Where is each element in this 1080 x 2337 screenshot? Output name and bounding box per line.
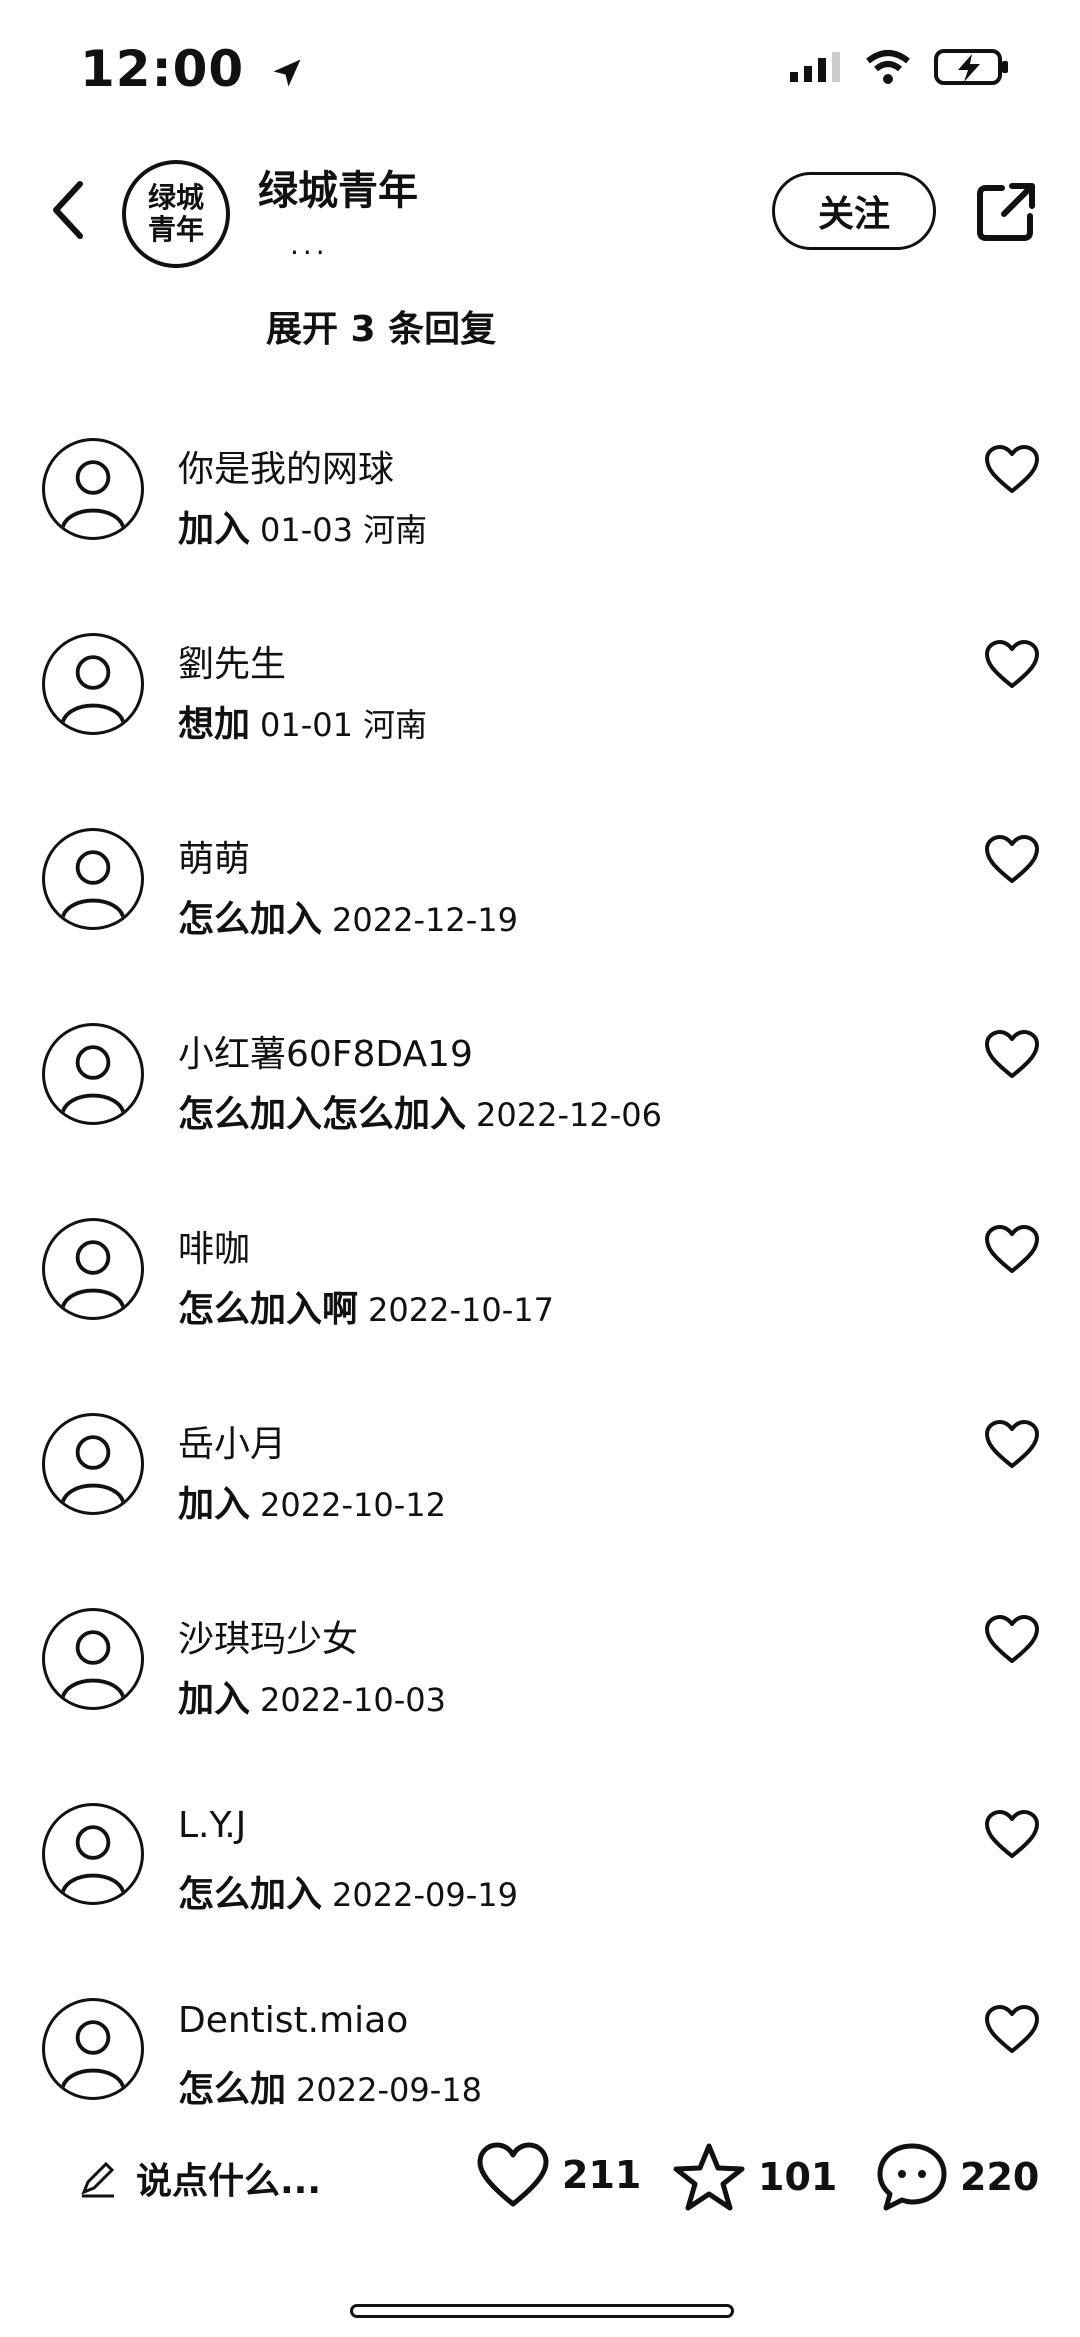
collect-stat[interactable]: 101 (672, 2142, 837, 2212)
commenter-name[interactable]: 你是我的网球 (178, 440, 394, 492)
author-subtitle: ... (290, 228, 329, 261)
comment-like-icon[interactable] (984, 1224, 1040, 1274)
comment-like-icon[interactable] (984, 2004, 1040, 2054)
comment-text: 加入 (178, 1679, 251, 1720)
commenter-name[interactable]: 劉先生 (178, 635, 286, 687)
commenter-avatar[interactable] (42, 1608, 144, 1710)
comment-text: 怎么加 (178, 2069, 287, 2110)
follow-button[interactable]: 关注 (772, 172, 936, 250)
comment-meta: 2022-12-19 (332, 901, 518, 939)
status-icons (788, 48, 1010, 86)
like-stat[interactable]: 211 (476, 2142, 641, 2208)
signal-icon (790, 52, 840, 82)
comment-like-icon[interactable] (984, 1029, 1040, 1079)
commenter-name[interactable]: 萌萌 (178, 830, 250, 882)
expand-replies[interactable]: 展开 3 条回复 (266, 300, 496, 352)
comment-body: 怎么加 2022-09-18 (178, 2060, 482, 2112)
commenter-name[interactable]: 岳小月 (178, 1415, 286, 1467)
commenter-avatar[interactable] (42, 1998, 144, 2100)
heart-icon (477, 2142, 549, 2207)
comment-item[interactable]: 沙琪玛少女加入 2022-10-03 (0, 1608, 1080, 1798)
comment-body: 怎么加入怎么加入 2022-12-06 (178, 1085, 662, 1137)
author-name[interactable]: 绿城青年 (258, 158, 418, 216)
author-avatar[interactable]: 绿城 青年 (122, 160, 230, 268)
comment-body: 怎么加入 2022-12-19 (178, 890, 518, 942)
comment-like-icon[interactable] (984, 834, 1040, 884)
comment-body: 加入 2022-10-12 (178, 1475, 446, 1527)
comment-item[interactable]: 你是我的网球 加入 01-03 河南 (0, 438, 1080, 628)
comment-meta: 01-03 河南 (260, 511, 428, 549)
back-arrow-icon[interactable] (48, 180, 88, 240)
home-indicator (350, 2304, 734, 2318)
collect-count: 101 (758, 2155, 838, 2199)
comment-item[interactable]: 啡咖怎么加入啊 2022-10-17 (0, 1218, 1080, 1408)
comment-text: 怎么加入 (178, 1874, 323, 1915)
comment-text: 怎么加入啊 (178, 1289, 359, 1330)
comment-meta: 2022-09-18 (296, 2071, 482, 2109)
star-icon (673, 2143, 745, 2211)
comment-meta: 2022-10-12 (260, 1486, 446, 1524)
bottom-bar: 说点什么... 211 101 220 (0, 2130, 1080, 2240)
comment-body: 加入 01-03 河南 (178, 500, 427, 552)
comment-text: 怎么加入怎么加入 (178, 1094, 467, 1135)
comment-text: 想加 (178, 704, 251, 745)
comment-like-icon[interactable] (984, 1614, 1040, 1664)
comment-count: 220 (960, 2155, 1040, 2199)
comment-item[interactable]: 劉先生想加 01-01 河南 (0, 633, 1080, 823)
comment-item[interactable]: 小红薯60F8DA19 怎么加入怎么加入 2022-12-06 (0, 1023, 1080, 1213)
comment-meta: 2022-12-06 (476, 1096, 662, 1134)
commenter-avatar[interactable] (42, 438, 144, 540)
commenter-name[interactable]: 啡咖 (178, 1220, 250, 1272)
share-icon[interactable] (974, 180, 1038, 244)
comment-body: 加入 2022-10-03 (178, 1670, 446, 1722)
location-arrow-icon (273, 59, 301, 86)
comment-stat[interactable]: 220 (876, 2142, 1039, 2212)
comment-item[interactable]: L.Y.J 怎么加入 2022-09-19 (0, 1803, 1080, 1993)
commenter-avatar[interactable] (42, 828, 144, 930)
comment-like-icon[interactable] (984, 1419, 1040, 1469)
comment-like-icon[interactable] (984, 639, 1040, 689)
commenter-avatar[interactable] (42, 1413, 144, 1515)
comment-meta: 2022-09-19 (332, 1876, 518, 1914)
comment-like-icon[interactable] (984, 444, 1040, 494)
commenter-avatar[interactable] (42, 1023, 144, 1125)
commenter-name[interactable]: Dentist.miao (178, 2000, 408, 2041)
commenter-name[interactable]: L.Y.J (178, 1805, 246, 1846)
comment-item[interactable]: 萌萌怎么加入 2022-12-19 (0, 828, 1080, 1018)
comment-item[interactable]: 岳小月加入 2022-10-12 (0, 1413, 1080, 1603)
comment-text: 怎么加入 (178, 899, 323, 940)
comment-meta: 01-01 河南 (260, 706, 428, 744)
commenter-name[interactable]: 小红薯60F8DA19 (178, 1025, 473, 1077)
comment-input[interactable]: 说点什么... (78, 2152, 321, 2204)
like-count: 211 (562, 2153, 642, 2197)
pen-icon (81, 2161, 115, 2198)
comment-meta: 2022-10-17 (368, 1291, 554, 1329)
commenter-name[interactable]: 沙琪玛少女 (178, 1610, 358, 1662)
comment-text: 加入 (178, 1484, 251, 1525)
comment-body: 想加 01-01 河南 (178, 695, 427, 747)
commenter-avatar[interactable] (42, 1803, 144, 1905)
comment-meta: 2022-10-03 (260, 1681, 446, 1719)
comment-body: 怎么加入啊 2022-10-17 (178, 1280, 554, 1332)
commenter-avatar[interactable] (42, 633, 144, 735)
commenter-avatar[interactable] (42, 1218, 144, 1320)
comment-placeholder: 说点什么... (136, 2161, 322, 2202)
comment-like-icon[interactable] (984, 1809, 1040, 1859)
comment-body: 怎么加入 2022-09-19 (178, 1865, 518, 1917)
speech-bubble-icon (877, 2143, 947, 2211)
wifi-icon (866, 50, 910, 84)
comment-text: 加入 (178, 509, 251, 550)
status-time: 12:00 (80, 40, 305, 98)
battery-charging-icon (934, 49, 1008, 85)
